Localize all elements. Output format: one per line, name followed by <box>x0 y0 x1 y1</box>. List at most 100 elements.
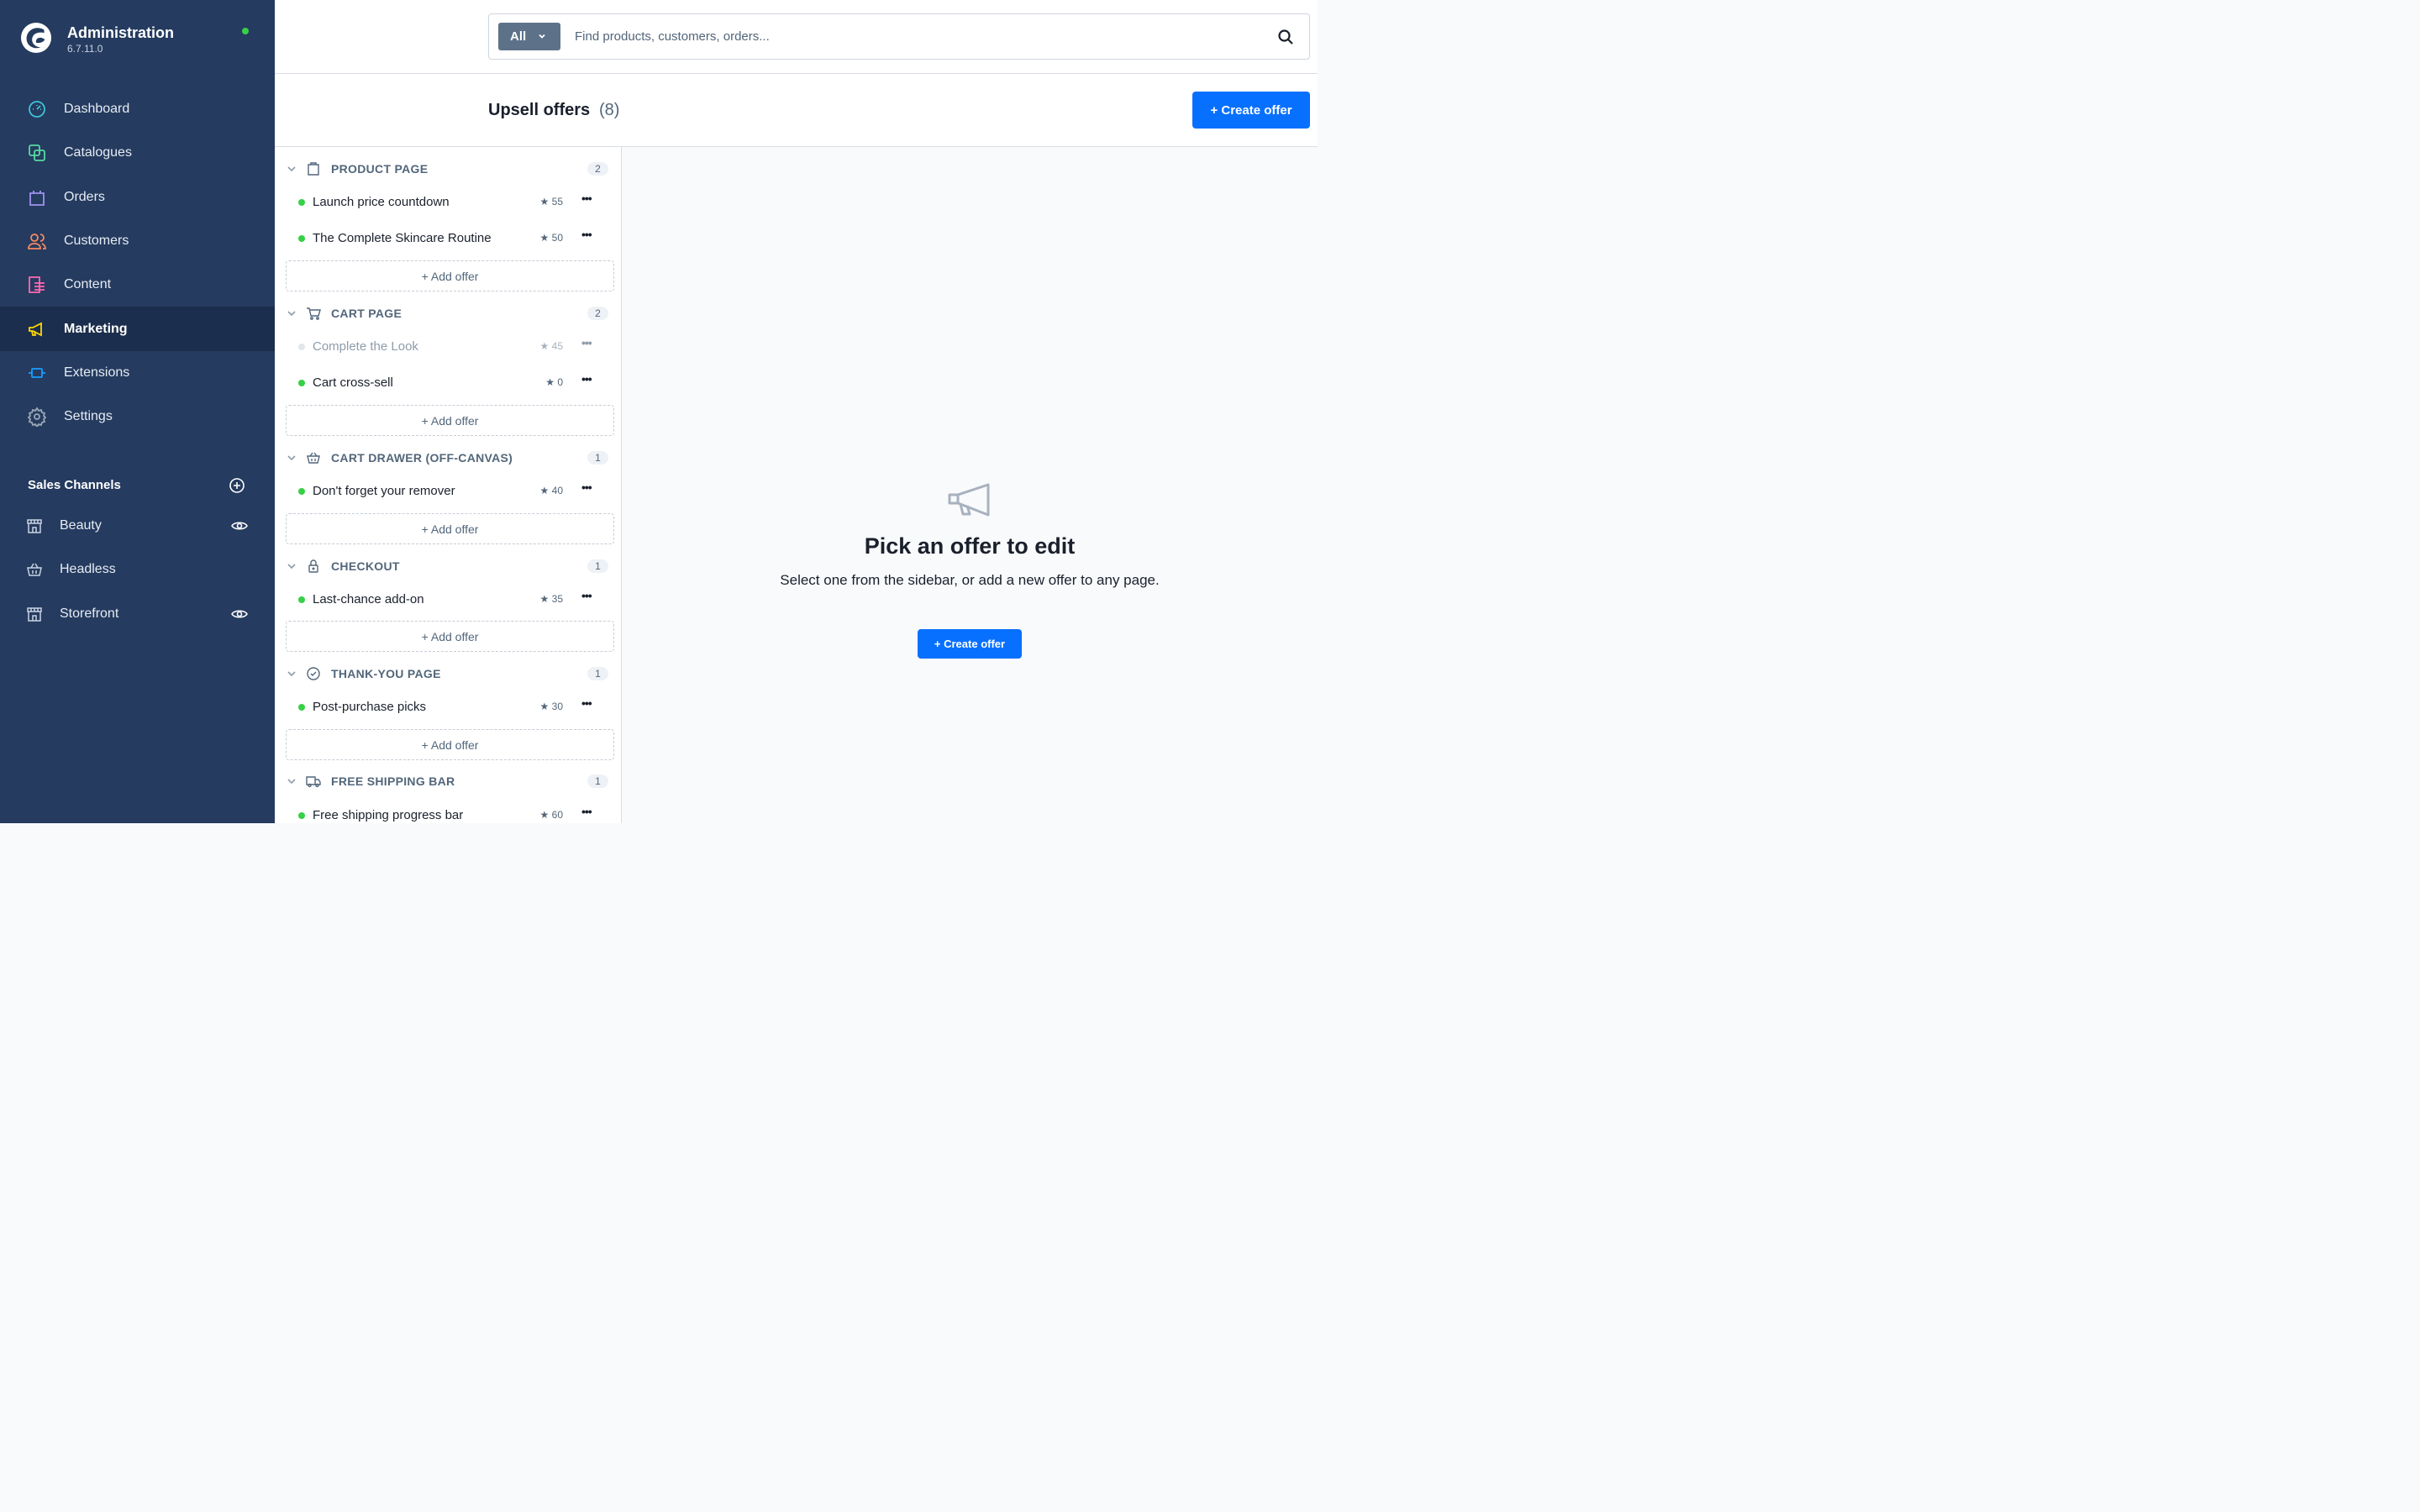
offer-item[interactable]: Complete the Look ★ 45 ••• <box>275 330 621 364</box>
sales-channel-list: Beauty Headless Storefront <box>0 504 275 636</box>
truck-icon <box>306 776 321 788</box>
more-options-icon[interactable]: ••• <box>581 590 593 604</box>
chevron-down-icon[interactable] <box>287 776 297 786</box>
nav-item-orders[interactable]: Orders <box>0 176 275 219</box>
create-offer-button[interactable]: + Create offer <box>1192 92 1310 129</box>
more-options-icon[interactable]: ••• <box>581 228 593 243</box>
nav-item-content[interactable]: Content <box>0 263 275 307</box>
search-scope-dropdown[interactable]: All <box>498 23 560 50</box>
offer-item[interactable]: Don't forget your remover ★ 40 ••• <box>275 475 621 508</box>
more-options-icon[interactable]: ••• <box>581 697 593 711</box>
chevron-down-icon[interactable] <box>287 561 297 571</box>
offer-priority: ★ 55 <box>539 196 563 207</box>
basket-icon <box>26 560 45 579</box>
group-header-free-shipping-bar[interactable]: FREE SHIPPING BAR 1 <box>275 769 621 795</box>
global-search[interactable]: All Find products, customers, orders... <box>488 13 1310 60</box>
offer-priority: ★ 0 <box>545 376 563 388</box>
group-label: THANK-YOU PAGE <box>331 667 441 680</box>
status-indicator <box>242 28 249 34</box>
offer-name: The Complete Skincare Routine <box>313 231 492 245</box>
count-badge: 1 <box>587 667 608 680</box>
sales-channel-headless[interactable]: Headless <box>0 548 275 591</box>
status-dot <box>298 344 305 350</box>
offer-name: Don't forget your remover <box>313 484 455 498</box>
add-offer-button[interactable]: + Add offer <box>286 260 614 291</box>
chevron-down-icon[interactable] <box>287 308 297 318</box>
offer-name: Complete the Look <box>313 339 418 354</box>
group-header-product-page[interactable]: PRODUCT PAGE 2 <box>275 157 621 182</box>
group-header-cart-page[interactable]: CART PAGE 2 <box>275 302 621 327</box>
offers-panel: PRODUCT PAGE 2 Launch price countdown ★ … <box>275 147 622 823</box>
empty-state-text: Select one from the sidebar, or add a ne… <box>780 572 1160 588</box>
megaphone-icon <box>948 483 990 517</box>
tag-icon <box>308 162 319 176</box>
status-dot <box>298 704 305 711</box>
offer-priority: ★ 30 <box>539 701 563 712</box>
offer-item[interactable]: Free shipping progress bar ★ 60 ••• <box>275 799 621 823</box>
nav-item-dashboard[interactable]: Dashboard <box>0 87 275 131</box>
nav-item-catalogues[interactable]: Catalogues <box>0 131 275 175</box>
add-offer-button[interactable]: + Add offer <box>286 729 614 760</box>
brand: Administration 6.7.11.0 <box>20 22 264 59</box>
lock-icon <box>308 559 318 573</box>
offer-name: Last-chance add-on <box>313 592 424 606</box>
add-offer-button[interactable]: + Add offer <box>286 621 614 652</box>
sidebar: Administration 6.7.11.0 Dashboard Catalo… <box>0 0 275 823</box>
add-offer-button[interactable]: + Add offer <box>286 405 614 436</box>
offer-count: (8) <box>599 101 620 119</box>
chevron-down-icon <box>539 34 545 39</box>
more-options-icon[interactable]: ••• <box>581 806 593 820</box>
speedometer-icon <box>27 99 47 119</box>
sales-channel-label: Beauty <box>60 518 102 533</box>
app-title: Administration <box>67 24 175 41</box>
eye-icon[interactable] <box>231 606 248 622</box>
more-options-icon[interactable]: ••• <box>581 481 593 496</box>
chevron-down-icon[interactable] <box>287 164 297 174</box>
more-options-icon[interactable]: ••• <box>581 192 593 207</box>
offer-item[interactable]: Launch price countdown ★ 55 ••• <box>275 186 621 219</box>
group-label: CART PAGE <box>331 307 402 320</box>
search-icon[interactable] <box>1277 29 1294 45</box>
offer-priority: ★ 40 <box>539 485 563 496</box>
group-header-thank-you-page[interactable]: THANK-YOU PAGE 1 <box>275 662 621 687</box>
more-options-icon[interactable]: ••• <box>581 337 593 351</box>
offer-item[interactable]: Last-chance add-on ★ 35 ••• <box>275 583 621 617</box>
plug-icon <box>27 363 47 383</box>
page-title: Upsell offers <box>488 101 591 119</box>
chevron-down-icon[interactable] <box>287 453 297 463</box>
basket-icon <box>307 452 320 464</box>
nav-label: Content <box>64 277 112 292</box>
nav-item-marketing[interactable]: Marketing <box>0 307 275 351</box>
count-badge: 2 <box>587 162 608 176</box>
nav-label: Settings <box>64 409 113 424</box>
nav-item-customers[interactable]: Customers <box>0 219 275 263</box>
nav-item-settings[interactable]: Settings <box>0 395 275 438</box>
offer-priority: ★ 60 <box>539 809 563 821</box>
sales-channel-storefront[interactable]: Storefront <box>0 592 275 636</box>
eye-icon[interactable] <box>231 518 248 533</box>
offer-item[interactable]: Post-purchase picks ★ 30 ••• <box>275 690 621 724</box>
nav-label: Catalogues <box>64 145 132 160</box>
status-dot <box>298 596 305 603</box>
main-nav: Dashboard Catalogues Orders Customers Co… <box>0 87 275 438</box>
empty-state-heading: Pick an offer to edit <box>864 533 1076 559</box>
sales-channels-title: Sales Channels <box>28 478 121 492</box>
more-options-icon[interactable]: ••• <box>581 373 593 387</box>
offer-item[interactable]: The Complete Skincare Routine ★ 50 ••• <box>275 222 621 255</box>
create-offer-button[interactable]: + Create offer <box>918 629 1022 659</box>
group-label: PRODUCT PAGE <box>331 162 429 176</box>
search-input[interactable]: Find products, customers, orders... <box>575 29 770 44</box>
nav-item-extensions[interactable]: Extensions <box>0 351 275 395</box>
shopware-logo-icon[interactable] <box>20 22 52 54</box>
sales-channel-beauty[interactable]: Beauty <box>0 504 275 548</box>
group-header-checkout[interactable]: CHECKOUT 1 <box>275 554 621 580</box>
group-header-cart-drawer[interactable]: CART DRAWER (OFF-CANVAS) 1 <box>275 446 621 471</box>
group-label: CART DRAWER (OFF-CANVAS) <box>331 451 513 465</box>
offer-item[interactable]: Cart cross-sell ★ 0 ••• <box>275 366 621 400</box>
count-badge: 1 <box>587 559 608 573</box>
add-offer-button[interactable]: + Add offer <box>286 513 614 544</box>
page-header: Upsell offers (8) + Create offer <box>275 74 1318 147</box>
add-sales-channel-icon[interactable] <box>229 477 245 494</box>
chevron-down-icon[interactable] <box>287 669 297 679</box>
count-badge: 1 <box>587 451 608 465</box>
